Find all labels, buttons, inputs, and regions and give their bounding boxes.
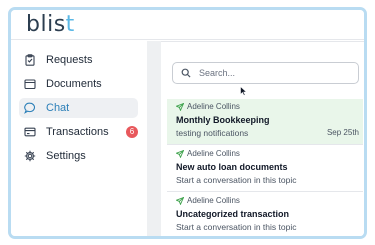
send-icon (176, 102, 184, 111)
conversation-sender: Adeline Collins (176, 102, 240, 111)
app-header: blist (11, 10, 364, 40)
sidebar-item-settings[interactable]: Settings (19, 146, 138, 166)
sidebar-item-chat[interactable]: Chat (19, 98, 138, 118)
chat-bubble-icon (23, 101, 37, 115)
conversation-title: New auto loan documents (176, 162, 288, 172)
clipboard-icon (23, 53, 37, 67)
conversation-item[interactable]: Adeline Collins New auto loan documents … (167, 146, 363, 192)
search-box[interactable] (172, 62, 359, 84)
sender-name: Adeline Collins (187, 196, 240, 205)
gear-icon (23, 149, 37, 163)
sidebar-item-requests[interactable]: Requests (19, 50, 138, 70)
sidebar-item-label: Chat (46, 102, 70, 114)
logo-accent-text: t (65, 12, 75, 37)
folder-icon (23, 77, 37, 91)
sender-name: Adeline Collins (187, 149, 240, 158)
sidebar-item-label: Documents (46, 78, 102, 90)
logo-text: blis (26, 12, 66, 37)
conversation-preview: Start a conversation in this topic (176, 222, 297, 232)
conversation-item[interactable]: Adeline Collins Uncategorized transactio… (167, 193, 363, 236)
sidebar-item-label: Transactions (46, 126, 109, 138)
conversation-date: Sep 25th (326, 128, 359, 137)
notification-badge: 6 (126, 126, 138, 138)
app-window: blist Requests Documents Chat Transactio… (8, 7, 367, 239)
sender-name: Adeline Collins (187, 102, 240, 111)
sidebar-item-label: Settings (46, 150, 86, 162)
conversation-title: Monthly Bookkeeping (176, 115, 270, 125)
sidebar-item-transactions[interactable]: Transactions 6 (19, 122, 138, 142)
conversation-item[interactable]: Adeline Collins Monthly Bookkeeping test… (167, 99, 363, 145)
conversation-title: Uncategorized transaction (176, 209, 290, 219)
search-icon (181, 68, 191, 78)
send-icon (176, 149, 184, 158)
card-icon (23, 125, 37, 139)
sidebar-item-label: Requests (46, 54, 93, 66)
conversation-preview: testing notifications (176, 128, 249, 138)
chat-list-panel: Adeline Collins Monthly Bookkeeping test… (161, 41, 364, 236)
conversation-sender: Adeline Collins (176, 196, 240, 205)
mouse-pointer-icon (240, 86, 248, 96)
conversation-preview: Start a conversation in this topic (176, 175, 297, 185)
sidebar-item-documents[interactable]: Documents (19, 74, 138, 94)
conversation-sender: Adeline Collins (176, 149, 240, 158)
search-input[interactable] (199, 68, 349, 78)
sidebar: Requests Documents Chat Transactions 6 S… (11, 41, 147, 236)
send-icon (176, 196, 184, 205)
blist-logo[interactable]: blist (26, 10, 75, 40)
panel-divider (147, 41, 161, 236)
